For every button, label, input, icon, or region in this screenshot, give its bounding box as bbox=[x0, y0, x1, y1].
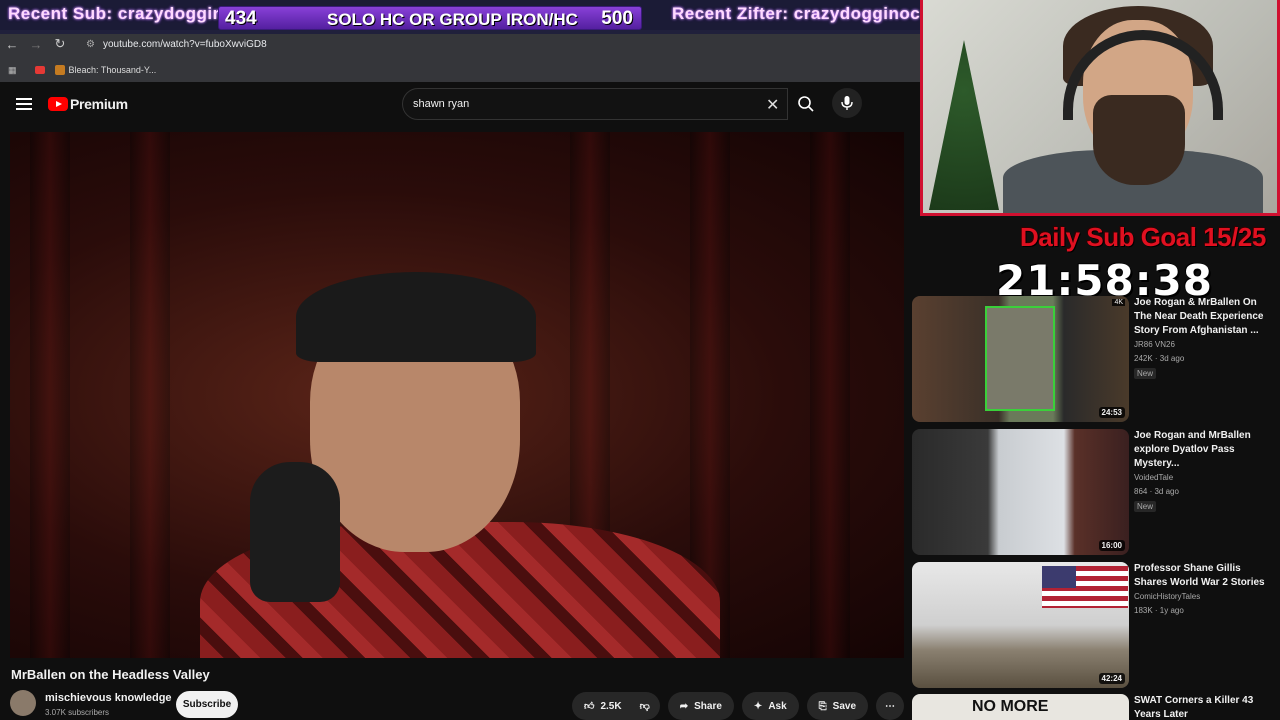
thumbnail-text: NO MORE bbox=[972, 698, 1049, 715]
apps-icon[interactable]: ▦ bbox=[8, 65, 17, 76]
recommendation-channel[interactable]: JR86 VN26 bbox=[1134, 340, 1175, 349]
video-player[interactable] bbox=[10, 132, 904, 658]
voice-search-button[interactable] bbox=[832, 88, 862, 118]
goal-title: SOLO HC OR GROUP IRON/HC bbox=[327, 10, 578, 29]
goal-bar: 434 SOLO HC OR GROUP IRON/HC 500 bbox=[218, 6, 642, 30]
address-bar: ← → ↻ ⚙ youtube.com/watch?v=fuboXwviGD8 bbox=[0, 30, 920, 58]
recommendation-channel[interactable]: ComicHistoryTales bbox=[1134, 592, 1200, 601]
back-icon[interactable]: ← bbox=[0, 37, 24, 52]
channel-avatar[interactable] bbox=[10, 690, 36, 716]
search-input[interactable]: shawn ryan bbox=[402, 88, 788, 120]
video-duration: 42:24 bbox=[1098, 673, 1125, 684]
recommendation-title[interactable]: Joe Rogan and MrBallen explore Dyatlov P… bbox=[1134, 429, 1274, 471]
url-field[interactable]: ⚙ youtube.com/watch?v=fuboXwviGD8 bbox=[86, 39, 267, 50]
recommendation-title[interactable]: SWAT Corners a Killer 43 Years Later bbox=[1134, 694, 1274, 720]
goal-target: 500 bbox=[601, 8, 633, 29]
recommendation-title[interactable]: Professor Shane Gillis Shares World War … bbox=[1134, 562, 1274, 590]
logo-text: Premium bbox=[70, 96, 128, 112]
christmas-tree bbox=[929, 40, 999, 210]
youtube-play-icon bbox=[48, 97, 68, 111]
recent-sub-label: Recent Sub: crazydogginoc bbox=[8, 4, 245, 23]
ask-label: Ask bbox=[768, 700, 787, 712]
recommendation-title[interactable]: Joe Rogan & MrBallen On The Near Death E… bbox=[1134, 296, 1274, 338]
share-label: Share bbox=[694, 700, 722, 712]
new-badge: New bbox=[1134, 368, 1157, 379]
search-value: shawn ryan bbox=[413, 98, 470, 110]
youtube-logo[interactable]: Premium bbox=[48, 96, 128, 112]
dislike-button[interactable]: 👎︎ bbox=[629, 692, 660, 720]
sparkle-icon: ✦ bbox=[753, 700, 763, 712]
mic-icon bbox=[841, 96, 853, 110]
share-icon: ➦ bbox=[679, 700, 689, 712]
youtube-header: Premium shawn ryan ✕ bbox=[0, 84, 912, 124]
reload-icon[interactable]: ↻ bbox=[48, 36, 72, 52]
recommendation-item[interactable]: NO MORE SWAT Corners a Killer 43 Years L… bbox=[912, 694, 1280, 720]
menu-icon[interactable] bbox=[16, 95, 32, 113]
bookmark-icon: ⎘ bbox=[818, 700, 827, 712]
recommendation-thumbnail[interactable]: 4K 24:53 bbox=[912, 296, 1129, 422]
bookmarks-bar: ▦ Bleach: Thousand-Y... bbox=[0, 58, 920, 82]
site-info-icon[interactable]: ⚙ bbox=[86, 39, 95, 50]
recommendation-thumbnail[interactable]: 16:00 bbox=[912, 429, 1129, 555]
podcast-mic bbox=[250, 462, 340, 602]
forward-icon[interactable]: → bbox=[24, 37, 48, 52]
clear-search-icon[interactable]: ✕ bbox=[766, 95, 779, 115]
recommendation-item[interactable]: 4K 24:53 Joe Rogan & MrBallen On The Nea… bbox=[912, 296, 1280, 426]
subscriber-count: 3.07K subscribers bbox=[45, 708, 110, 717]
recommendation-channel[interactable]: VoidedTale bbox=[1134, 473, 1173, 482]
search-button[interactable] bbox=[790, 88, 822, 120]
like-count: 2.5K bbox=[600, 700, 622, 712]
recommendation-meta: 183K · 1y ago bbox=[1134, 606, 1184, 615]
thumbs-down-icon: 👎︎ bbox=[639, 701, 650, 712]
channel-name[interactable]: mischievous knowledge bbox=[45, 692, 172, 704]
more-actions-button[interactable]: ⋯ bbox=[876, 692, 905, 720]
bookmark-favicon bbox=[54, 65, 65, 75]
video-duration: 24:53 bbox=[1098, 407, 1125, 418]
save-label: Save bbox=[832, 700, 857, 712]
new-badge: New bbox=[1134, 501, 1157, 512]
url-text: youtube.com/watch?v=fuboXwviGD8 bbox=[102, 38, 267, 50]
subscribe-button[interactable]: Subscribe bbox=[176, 691, 238, 718]
more-icon: ⋯ bbox=[885, 700, 896, 712]
daily-sub-goal: Daily Sub Goal 15/25 bbox=[1020, 222, 1266, 252]
bookmark-label: Bleach: Thousand-Y... bbox=[68, 65, 157, 75]
recent-gifter-label: Recent Zifter: crazydogginoc bbox=[672, 4, 921, 23]
recommendation-thumbnail[interactable]: NO MORE bbox=[912, 694, 1129, 720]
flag-image bbox=[1042, 566, 1128, 608]
video-title: MrBallen on the Headless Valley bbox=[11, 667, 210, 682]
recommendation-meta: 242K · 3d ago bbox=[1134, 354, 1185, 363]
streamer-webcam bbox=[920, 0, 1280, 216]
like-button[interactable]: 👍︎ 2.5K bbox=[572, 692, 630, 720]
save-button[interactable]: ⎘ Save bbox=[806, 692, 869, 720]
bookmark-bleach[interactable]: Bleach: Thousand-Y... bbox=[54, 65, 157, 75]
youtube-icon bbox=[34, 66, 45, 74]
recommendation-thumbnail[interactable]: 42:24 bbox=[912, 562, 1129, 688]
thumbs-up-icon: 👍︎ bbox=[584, 701, 595, 712]
recommendation-item[interactable]: 16:00 Joe Rogan and MrBallen explore Dya… bbox=[912, 429, 1280, 559]
bookmark-youtube[interactable] bbox=[34, 66, 45, 74]
goal-current: 434 bbox=[225, 8, 257, 29]
recommendation-item[interactable]: 42:24 Professor Shane Gillis Shares Worl… bbox=[912, 562, 1280, 692]
recommendation-meta: 864 · 3d ago bbox=[1134, 487, 1179, 496]
search-icon bbox=[798, 96, 814, 112]
share-button[interactable]: ➦ Share bbox=[667, 692, 734, 720]
quality-badge: 4K bbox=[1112, 299, 1125, 306]
video-actions: 👍︎ 2.5K 👎︎ ➦ Share ✦ Ask ⎘ Save ⋯ bbox=[572, 692, 905, 720]
video-duration: 16:00 bbox=[1098, 540, 1125, 551]
ask-button[interactable]: ✦ Ask bbox=[741, 692, 799, 720]
